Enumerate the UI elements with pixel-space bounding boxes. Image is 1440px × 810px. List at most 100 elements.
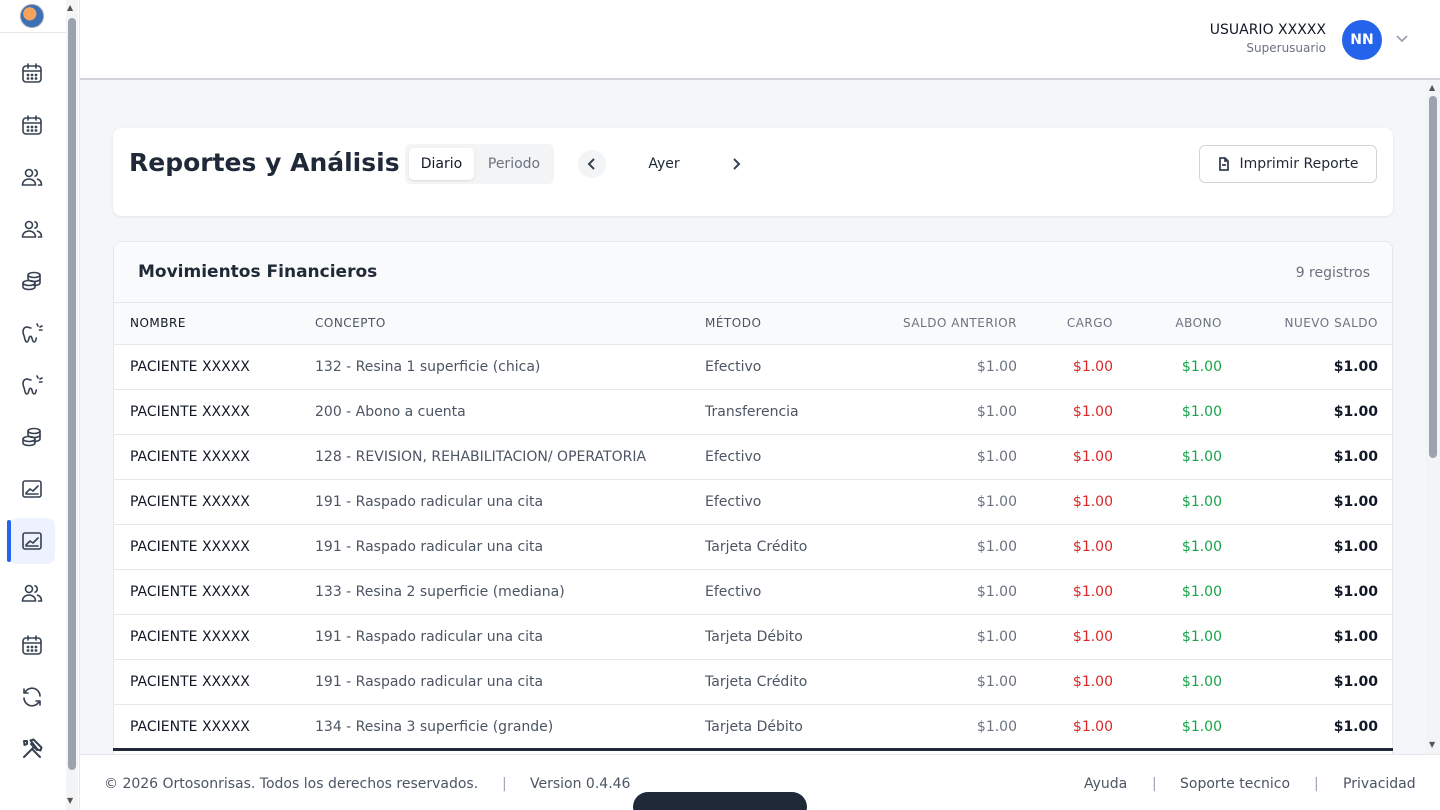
footer-link-support[interactable]: Soporte tecnico bbox=[1180, 776, 1290, 792]
table-row[interactable]: PACIENTE XXXXX 200 - Abono a cuenta Transf… bbox=[114, 389, 1392, 435]
sidebar: ▲ ▼ bbox=[0, 0, 80, 810]
mode-period-button[interactable]: Periodo bbox=[477, 148, 551, 180]
table-row[interactable]: PACIENTE XXXXX 191 - Raspado radicular un… bbox=[114, 479, 1392, 525]
footer-link-help[interactable]: Ayuda bbox=[1084, 776, 1127, 792]
footer-link-privacy[interactable]: Privacidad bbox=[1343, 776, 1416, 792]
cell-concepto: 133 - Resina 2 superficie (mediana) bbox=[315, 569, 705, 615]
print-report-button[interactable]: Imprimir Reporte bbox=[1199, 145, 1377, 183]
cell-metodo: Efectivo bbox=[705, 569, 855, 615]
cell-cargo: $1.00 bbox=[1017, 704, 1113, 750]
cell-nuevo-saldo: $1.00 bbox=[1222, 344, 1392, 390]
table-row[interactable]: PACIENTE XXXXX 191 - Raspado radicular un… bbox=[114, 659, 1392, 705]
financial-movements-card: Movimientos Financieros 9 registros NOMB… bbox=[113, 241, 1393, 754]
sidebar-item-reports[interactable] bbox=[7, 518, 55, 564]
sidebar-item-coins-2[interactable] bbox=[9, 414, 55, 460]
cell-metodo: Transferencia bbox=[705, 389, 855, 435]
cell-nombre: PACIENTE XXXXX bbox=[114, 704, 315, 750]
sidebar-item-refresh[interactable] bbox=[9, 674, 55, 720]
mode-daily-button[interactable]: Diario bbox=[409, 148, 474, 180]
cell-nombre: PACIENTE XXXXX bbox=[114, 659, 315, 705]
column-header-nuevo-saldo[interactable]: NUEVO SALDO bbox=[1222, 303, 1392, 345]
cell-abono: $1.00 bbox=[1113, 434, 1222, 480]
coins-icon bbox=[22, 427, 41, 447]
table-row[interactable]: PACIENTE XXXXX 132 - Resina 1 superficie … bbox=[114, 344, 1392, 390]
main-scroll-down-icon[interactable]: ▼ bbox=[1429, 740, 1435, 749]
cell-saldo-anterior: $1.00 bbox=[855, 704, 1017, 750]
app-logo[interactable] bbox=[20, 4, 44, 28]
sidebar-divider bbox=[0, 32, 66, 33]
column-header-cargo[interactable]: CARGO bbox=[1017, 303, 1113, 345]
column-header-saldo-anterior[interactable]: SALDO ANTERIOR bbox=[855, 303, 1017, 345]
cell-abono: $1.00 bbox=[1113, 389, 1222, 435]
table-card-header: Movimientos Financieros 9 registros bbox=[114, 242, 1392, 303]
sidebar-scrollbar-thumb[interactable] bbox=[68, 18, 76, 770]
cell-saldo-anterior: $1.00 bbox=[855, 659, 1017, 705]
sidebar-item-calendar-3[interactable] bbox=[9, 622, 55, 668]
sidebar-item-calendar-2[interactable] bbox=[9, 102, 55, 148]
chevron-right-icon bbox=[733, 158, 741, 170]
chart-icon bbox=[22, 480, 42, 498]
footer-version: Version 0.4.46 bbox=[530, 776, 631, 792]
table-row[interactable]: PACIENTE XXXXX 133 - Resina 2 superficie … bbox=[114, 569, 1392, 615]
sidebar-scroll-down-icon[interactable]: ▼ bbox=[67, 796, 73, 805]
sidebar-scroll-up-icon[interactable]: ▲ bbox=[67, 3, 73, 12]
top-header: USUARIO XXXXX Superusuario NN bbox=[80, 0, 1440, 80]
cell-nombre: PACIENTE XXXXX bbox=[114, 569, 315, 615]
previous-date-button[interactable] bbox=[578, 150, 606, 178]
sidebar-item-users-1[interactable] bbox=[9, 154, 55, 200]
cell-cargo: $1.00 bbox=[1017, 434, 1113, 480]
cell-concepto: 134 - Resina 3 superficie (grande) bbox=[315, 704, 705, 750]
avatar[interactable]: NN bbox=[1342, 20, 1382, 60]
column-header-abono[interactable]: ABONO bbox=[1113, 303, 1222, 345]
cell-nuevo-saldo: $1.00 bbox=[1222, 479, 1392, 525]
sidebar-item-tools[interactable] bbox=[9, 726, 55, 772]
movements-table: NOMBRE CONCEPTO MÉTODO SALDO ANTERIOR CA… bbox=[114, 303, 1392, 750]
cell-concepto: 191 - Raspado radicular una cita bbox=[315, 614, 705, 660]
cell-cargo: $1.00 bbox=[1017, 569, 1113, 615]
column-header-metodo[interactable]: MÉTODO bbox=[705, 303, 855, 345]
tooth-icon bbox=[22, 323, 43, 343]
footer-separator: | bbox=[1314, 776, 1319, 792]
sidebar-item-users-2[interactable] bbox=[9, 206, 55, 252]
cell-metodo: Tarjeta Débito bbox=[705, 614, 855, 660]
cell-metodo: Tarjeta Crédito bbox=[705, 659, 855, 705]
table-row[interactable]: PACIENTE XXXXX 191 - Raspado radicular un… bbox=[114, 614, 1392, 660]
cell-nuevo-saldo: $1.00 bbox=[1222, 704, 1392, 750]
cell-nombre: PACIENTE XXXXX bbox=[114, 389, 315, 435]
table-row[interactable]: PACIENTE XXXXX 128 - REVISION, REHABILITA… bbox=[114, 434, 1392, 480]
cell-nombre: PACIENTE XXXXX bbox=[114, 479, 315, 525]
chevron-down-icon bbox=[1396, 35, 1408, 43]
chart-icon bbox=[22, 532, 42, 550]
user-menu-toggle[interactable] bbox=[1394, 30, 1410, 46]
table-row[interactable]: PACIENTE XXXXX 191 - Raspado radicular un… bbox=[114, 524, 1392, 570]
cell-concepto: 132 - Resina 1 superficie (chica) bbox=[315, 344, 705, 390]
column-header-concepto[interactable]: CONCEPTO bbox=[315, 303, 705, 345]
cell-nuevo-saldo: $1.00 bbox=[1222, 389, 1392, 435]
sidebar-item-chart-1[interactable] bbox=[9, 466, 55, 512]
cell-saldo-anterior: $1.00 bbox=[855, 344, 1017, 390]
cell-saldo-anterior: $1.00 bbox=[855, 434, 1017, 480]
cell-abono: $1.00 bbox=[1113, 569, 1222, 615]
sidebar-item-coins-1[interactable] bbox=[9, 258, 55, 304]
sidebar-item-calendar-1[interactable] bbox=[9, 50, 55, 96]
calendar-icon bbox=[22, 63, 42, 83]
user-role: Superusuario bbox=[1246, 41, 1326, 55]
table-row[interactable]: PACIENTE XXXXX 134 - Resina 3 superficie … bbox=[114, 704, 1392, 750]
table-scroll-edge bbox=[113, 748, 1393, 751]
next-date-button[interactable] bbox=[722, 150, 750, 178]
cell-metodo: Tarjeta Débito bbox=[705, 704, 855, 750]
main-content: Reportes y Análisis Diario Periodo Ayer … bbox=[80, 80, 1426, 754]
main-scroll-up-icon[interactable]: ▲ bbox=[1429, 83, 1435, 92]
cell-abono: $1.00 bbox=[1113, 344, 1222, 390]
users-icon bbox=[21, 220, 43, 238]
column-header-nombre[interactable]: NOMBRE bbox=[114, 303, 315, 345]
floating-dock[interactable] bbox=[633, 792, 807, 810]
cell-nombre: PACIENTE XXXXX bbox=[114, 614, 315, 660]
main-scrollbar-thumb[interactable] bbox=[1429, 96, 1437, 458]
sidebar-item-tooth-2[interactable] bbox=[9, 362, 55, 408]
sidebar-item-tooth-1[interactable] bbox=[9, 310, 55, 356]
refresh-icon bbox=[23, 687, 41, 707]
cell-saldo-anterior: $1.00 bbox=[855, 569, 1017, 615]
sidebar-item-users-3[interactable] bbox=[9, 570, 55, 616]
users-icon bbox=[21, 168, 43, 186]
